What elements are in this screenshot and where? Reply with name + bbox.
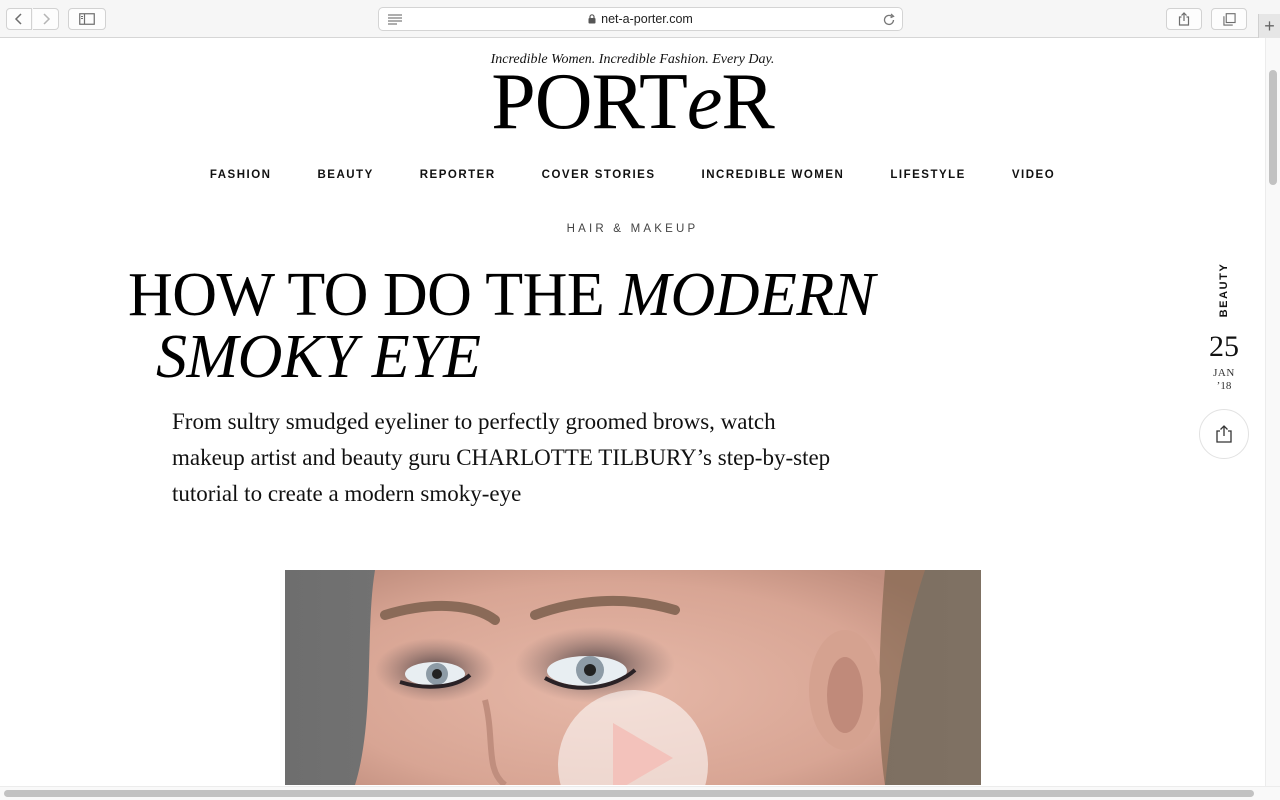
article-headline: HOW TO DO THE MODERN SMOKY EYE — [128, 264, 875, 388]
chevron-right-icon — [42, 13, 50, 25]
logo-text-e: e — [686, 58, 723, 146]
show-tabs-button[interactable] — [1211, 8, 1247, 30]
publish-day: 25 — [1209, 330, 1239, 363]
share-icon — [1178, 12, 1190, 26]
share-button[interactable] — [1166, 8, 1202, 30]
nav-fashion[interactable]: FASHION — [187, 169, 295, 181]
nav-reporter[interactable]: REPORTER — [397, 169, 519, 181]
new-tab-button[interactable]: + — [1258, 14, 1280, 38]
sidebar-toggle-button[interactable] — [68, 8, 106, 30]
headline-line-2: SMOKY EYE — [128, 326, 875, 388]
headline-roman: HOW TO DO THE — [128, 261, 605, 329]
nav-beauty[interactable]: BEAUTY — [294, 169, 396, 181]
sidebar-icon — [79, 13, 95, 25]
logo-text-b: R — [721, 58, 774, 146]
nav-cover-stories[interactable]: COVER STORIES — [519, 169, 679, 181]
tabs-icon — [1222, 12, 1236, 26]
play-icon — [613, 723, 673, 785]
url-display[interactable]: net-a-porter.com — [379, 12, 902, 26]
logo-text-a: PORT — [491, 58, 688, 146]
nav-lifestyle[interactable]: LIFESTYLE — [867, 169, 988, 181]
video-player[interactable] — [285, 570, 981, 785]
publish-year: ’18 — [1216, 380, 1232, 392]
headline-italic-1: MODERN — [619, 261, 875, 329]
rail-category-label: BEAUTY — [1218, 262, 1230, 318]
reload-icon[interactable] — [882, 13, 896, 27]
headline-italic-2: SMOKY EYE — [156, 323, 481, 391]
horizontal-scroll-thumb[interactable] — [4, 790, 1254, 797]
plus-icon: + — [1264, 16, 1275, 36]
article-category[interactable]: HAIR & MAKEUP — [0, 223, 1265, 235]
lock-icon — [588, 14, 596, 24]
url-text: net-a-porter.com — [601, 12, 693, 26]
article-share-button[interactable] — [1199, 409, 1249, 459]
nav-incredible-women[interactable]: INCREDIBLE WOMEN — [679, 169, 868, 181]
back-button[interactable] — [6, 8, 32, 30]
share-icon — [1216, 425, 1232, 443]
nav-video[interactable]: VIDEO — [989, 169, 1078, 181]
rail-category[interactable]: BEAUTY — [1214, 262, 1234, 318]
porter-logo[interactable]: PORTeR — [0, 62, 1265, 142]
article-standfirst: From sultry smudged eyeliner to perfectl… — [172, 409, 831, 506]
browser-toolbar: net-a-porter.com + — [0, 0, 1280, 38]
main-navigation: FASHION BEAUTY REPORTER COVER STORIES IN… — [0, 169, 1265, 181]
headline-line-1: HOW TO DO THE MODERN — [128, 264, 875, 326]
forward-button[interactable] — [33, 8, 59, 30]
address-bar[interactable]: net-a-porter.com — [378, 7, 903, 31]
chevron-left-icon — [14, 13, 22, 25]
publish-month: JAN — [1213, 367, 1235, 379]
vertical-scroll-thumb[interactable] — [1269, 70, 1277, 185]
